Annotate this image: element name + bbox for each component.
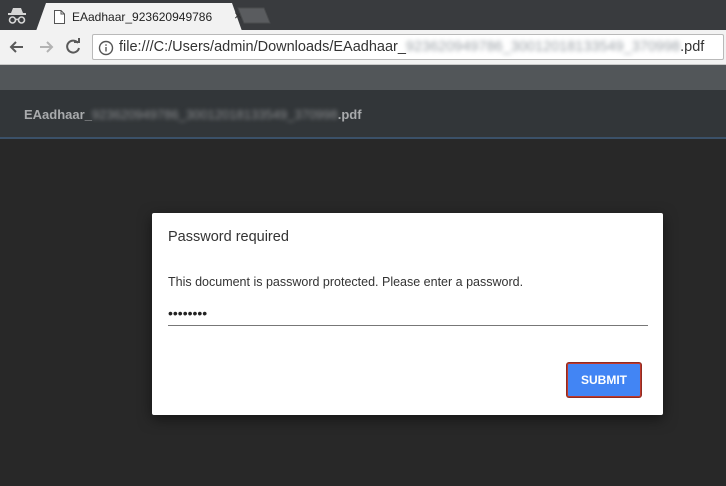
doc-title-obscured: 923620949786_30012018133549_370998 <box>91 107 338 122</box>
tab-title: EAadhaar_923620949786 <box>72 10 213 24</box>
incognito-icon <box>8 8 26 24</box>
submit-button[interactable]: SUBMIT <box>567 363 641 397</box>
doc-title-end: .pdf <box>337 107 362 122</box>
browser-toolbar: file:///C:/Users/admin/Downloads/EAadhaa… <box>0 30 726 65</box>
address-bar[interactable]: file:///C:/Users/admin/Downloads/EAadhaa… <box>92 34 724 60</box>
document-title: EAadhaar_923620949786_30012018133549_370… <box>24 107 362 122</box>
url-visible-end: .pdf <box>680 39 705 55</box>
tab-active[interactable]: EAadhaar_923620949786 × <box>36 3 242 31</box>
reload-icon[interactable] <box>62 36 84 58</box>
info-icon[interactable] <box>98 40 114 56</box>
forward-arrow-icon[interactable] <box>35 36 57 58</box>
file-icon <box>54 10 65 24</box>
tab-strip: EAadhaar_923620949786 × <box>0 0 726 31</box>
pdf-viewer-header: EAadhaar_923620949786_30012018133549_370… <box>0 90 726 139</box>
back-arrow-icon[interactable] <box>6 36 28 58</box>
url-obscured-segment: 923620949786_30012018133549_370998 <box>405 39 681 55</box>
dialog-title: Password required <box>168 229 289 245</box>
url-visible-start: file:///C:/Users/admin/Downloads/EAadhaa… <box>119 39 406 55</box>
url-text: file:///C:/Users/admin/Downloads/EAadhaa… <box>119 39 704 55</box>
dialog-message: This document is password protected. Ple… <box>168 275 524 289</box>
password-input[interactable] <box>168 301 648 326</box>
doc-title-start: EAadhaar_ <box>24 107 92 122</box>
new-tab-button[interactable] <box>236 7 272 24</box>
password-dialog: Password required This document is passw… <box>152 213 663 415</box>
toolbar-divider-band <box>0 65 726 90</box>
